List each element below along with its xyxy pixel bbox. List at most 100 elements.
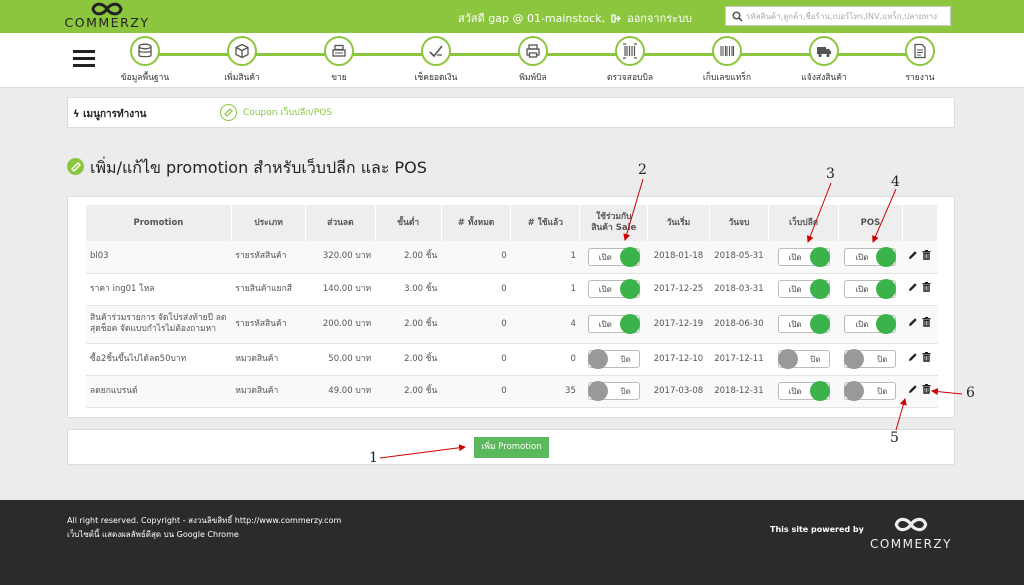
promotion-minimum: 2.00 ชิ้น [375,375,442,408]
promotion-discount: 200.00 บาท [305,305,376,344]
sale-toggle-cell: ปิด [579,375,648,408]
toggle-text: เปิด [788,387,802,396]
toggle-knob [876,279,897,299]
promotion-minimum: 2.00 ชิ้น [375,343,442,376]
promotion-start: 2017-12-19 [647,305,710,344]
promotion-name: ลดยกแบรนด์ [86,375,232,408]
register-icon [332,44,346,57]
web-toggle[interactable]: เปิด [777,246,830,267]
nav-label: แจ้งส่งสินค้า [801,73,847,83]
pos-toggle[interactable]: ปิด [844,381,897,401]
nav-item-report[interactable]: รายงาน [880,36,960,84]
annotation-label: 6 [966,385,975,401]
delete-trash-icon[interactable] [922,384,931,398]
powered-by-text: This site powered by [770,525,864,534]
pos-toggle-cell: เปิด [838,305,903,344]
nav-item-check-balance[interactable]: เช็คยอดเงิน [396,36,476,84]
promotion-type: รายรหัสสินค้า [231,241,306,274]
toggle-knob [619,279,640,299]
breadcrumb: ϟ เมนูการทำงาน Coupon เว็บปลีก/POS [67,97,955,128]
footer-logo[interactable]: COMMERZY [866,515,956,551]
web-toggle[interactable]: เปิด [777,314,830,334]
toggle-text: เปิด [598,252,612,262]
toggle-knob [876,246,897,267]
web-toggle-cell: เปิด [768,273,839,306]
hamburger-menu-icon[interactable] [73,50,95,68]
brand-name: COMMERZY [64,15,150,30]
col-with-sale: ใช้ร่วมกับ สินค้า Sale [579,205,649,241]
promotion-name: bl03 [86,241,232,274]
sale-toggle[interactable]: เปิด [587,279,640,299]
web-toggle-cell: เปิด [768,241,839,274]
web-toggle[interactable]: ปิด [777,349,830,369]
table-row: ซื้อ2ชิ้นขึ้นไปได้ลด50บาท หมวดสินค้า 50.00… [86,343,938,376]
box-icon [235,43,249,59]
toggle-text: เปิด [788,320,802,329]
promotion-start: 2017-12-25 [647,273,710,306]
col-minimum: ขั้นต่ำ [375,205,442,241]
nav-item-tracking[interactable]: เก็บเลขแทร็ก [687,36,767,84]
add-promotion-button[interactable]: เพิ่ม Promotion [474,437,549,458]
nav-item-print-bill[interactable]: พิมพ์บิล [493,36,573,84]
promotion-start: 2017-12-10 [647,343,710,376]
sale-toggle[interactable]: ปิด [587,349,640,369]
delete-trash-icon[interactable] [922,352,931,366]
toggle-text: เปิด [598,320,612,329]
web-toggle[interactable]: เปิด [777,279,830,299]
nav-item-verify-bill[interactable]: ตรวจสอบบิล [590,36,670,84]
table-row: bl03 รายรหัสสินค้า 320.00 บาท 2.00 ชิ้น 0 1 เป… [86,241,938,274]
delete-trash-icon[interactable] [922,282,931,296]
promotion-used: 4 [510,305,580,344]
logout-icon[interactable] [610,14,621,23]
sale-toggle-cell: เปิด [579,305,648,344]
toggle-knob [587,349,608,369]
promotion-used: 1 [510,241,580,274]
sale-toggle[interactable]: เปิด [587,246,640,267]
promotion-type: รายสินค้าแยกสี [231,273,306,306]
nav-label: เช็คยอดเงิน [414,73,458,83]
pos-toggle[interactable]: เปิด [844,314,897,334]
page-title: เพิ่ม/แก้ไข promotion สำหรับเว็บปลีก และ… [67,156,427,181]
pos-toggle[interactable]: เปิด [844,246,897,267]
nav-item-basic-data[interactable]: ข้อมูลพื้นฐาน [105,36,185,84]
toggle-text: เปิด [855,252,869,262]
logout-link[interactable]: ออกจากระบบ [627,12,692,25]
toggle-knob [844,349,865,369]
breadcrumb-current[interactable]: Coupon เว็บปลีก/POS [220,104,332,121]
promotion-end: 2017-12-11 [709,343,769,376]
nav-item-add-product[interactable]: เพิ่มสินค้า [202,36,282,84]
sale-toggle[interactable]: ปิด [587,381,640,401]
edit-pencil-icon[interactable] [908,317,918,331]
web-toggle-cell: เปิด [768,375,839,408]
global-search[interactable] [725,6,951,26]
delete-trash-icon[interactable] [922,249,931,264]
row-actions [902,273,938,306]
annotation-label: 1 [369,450,378,466]
promotion-total: 0 [441,305,511,344]
annotation-label: 4 [891,174,900,190]
truck-icon [817,47,831,58]
promotion-discount: 50.00 บาท [305,343,376,376]
delete-trash-icon[interactable] [922,317,931,331]
edit-pencil-icon[interactable] [908,250,918,264]
row-actions [902,241,938,274]
footer-brand-name: COMMERZY [869,537,952,551]
col-web: เว็บปลีก [768,205,839,241]
sale-toggle[interactable]: เปิด [587,314,640,334]
edit-pencil-icon[interactable] [908,384,918,398]
toggle-knob [777,349,798,369]
pos-toggle[interactable]: เปิด [844,279,897,299]
top-bar: COMMERZY สวัสดี gap @ 01-mainstock, ออกจ… [0,0,1024,33]
edit-pencil-icon[interactable] [908,282,918,296]
edit-pencil-icon[interactable] [908,352,918,366]
toggle-text: ปิด [877,387,888,396]
web-toggle[interactable]: เปิด [777,381,830,401]
pos-toggle[interactable]: ปิด [844,349,897,369]
table-row: ราคา ing01 โหล รายสินค้าแยกสี 140.00 บาท 3.… [86,273,938,306]
nav-item-sell[interactable]: ขาย [299,36,379,84]
annotation-label: 2 [638,162,647,178]
nav-item-shipping[interactable]: แจ้งส่งสินค้า [784,36,864,84]
search-input[interactable] [746,7,948,25]
brand-logo[interactable]: COMMERZY [62,0,152,33]
pos-toggle-cell: เปิด [838,273,903,306]
